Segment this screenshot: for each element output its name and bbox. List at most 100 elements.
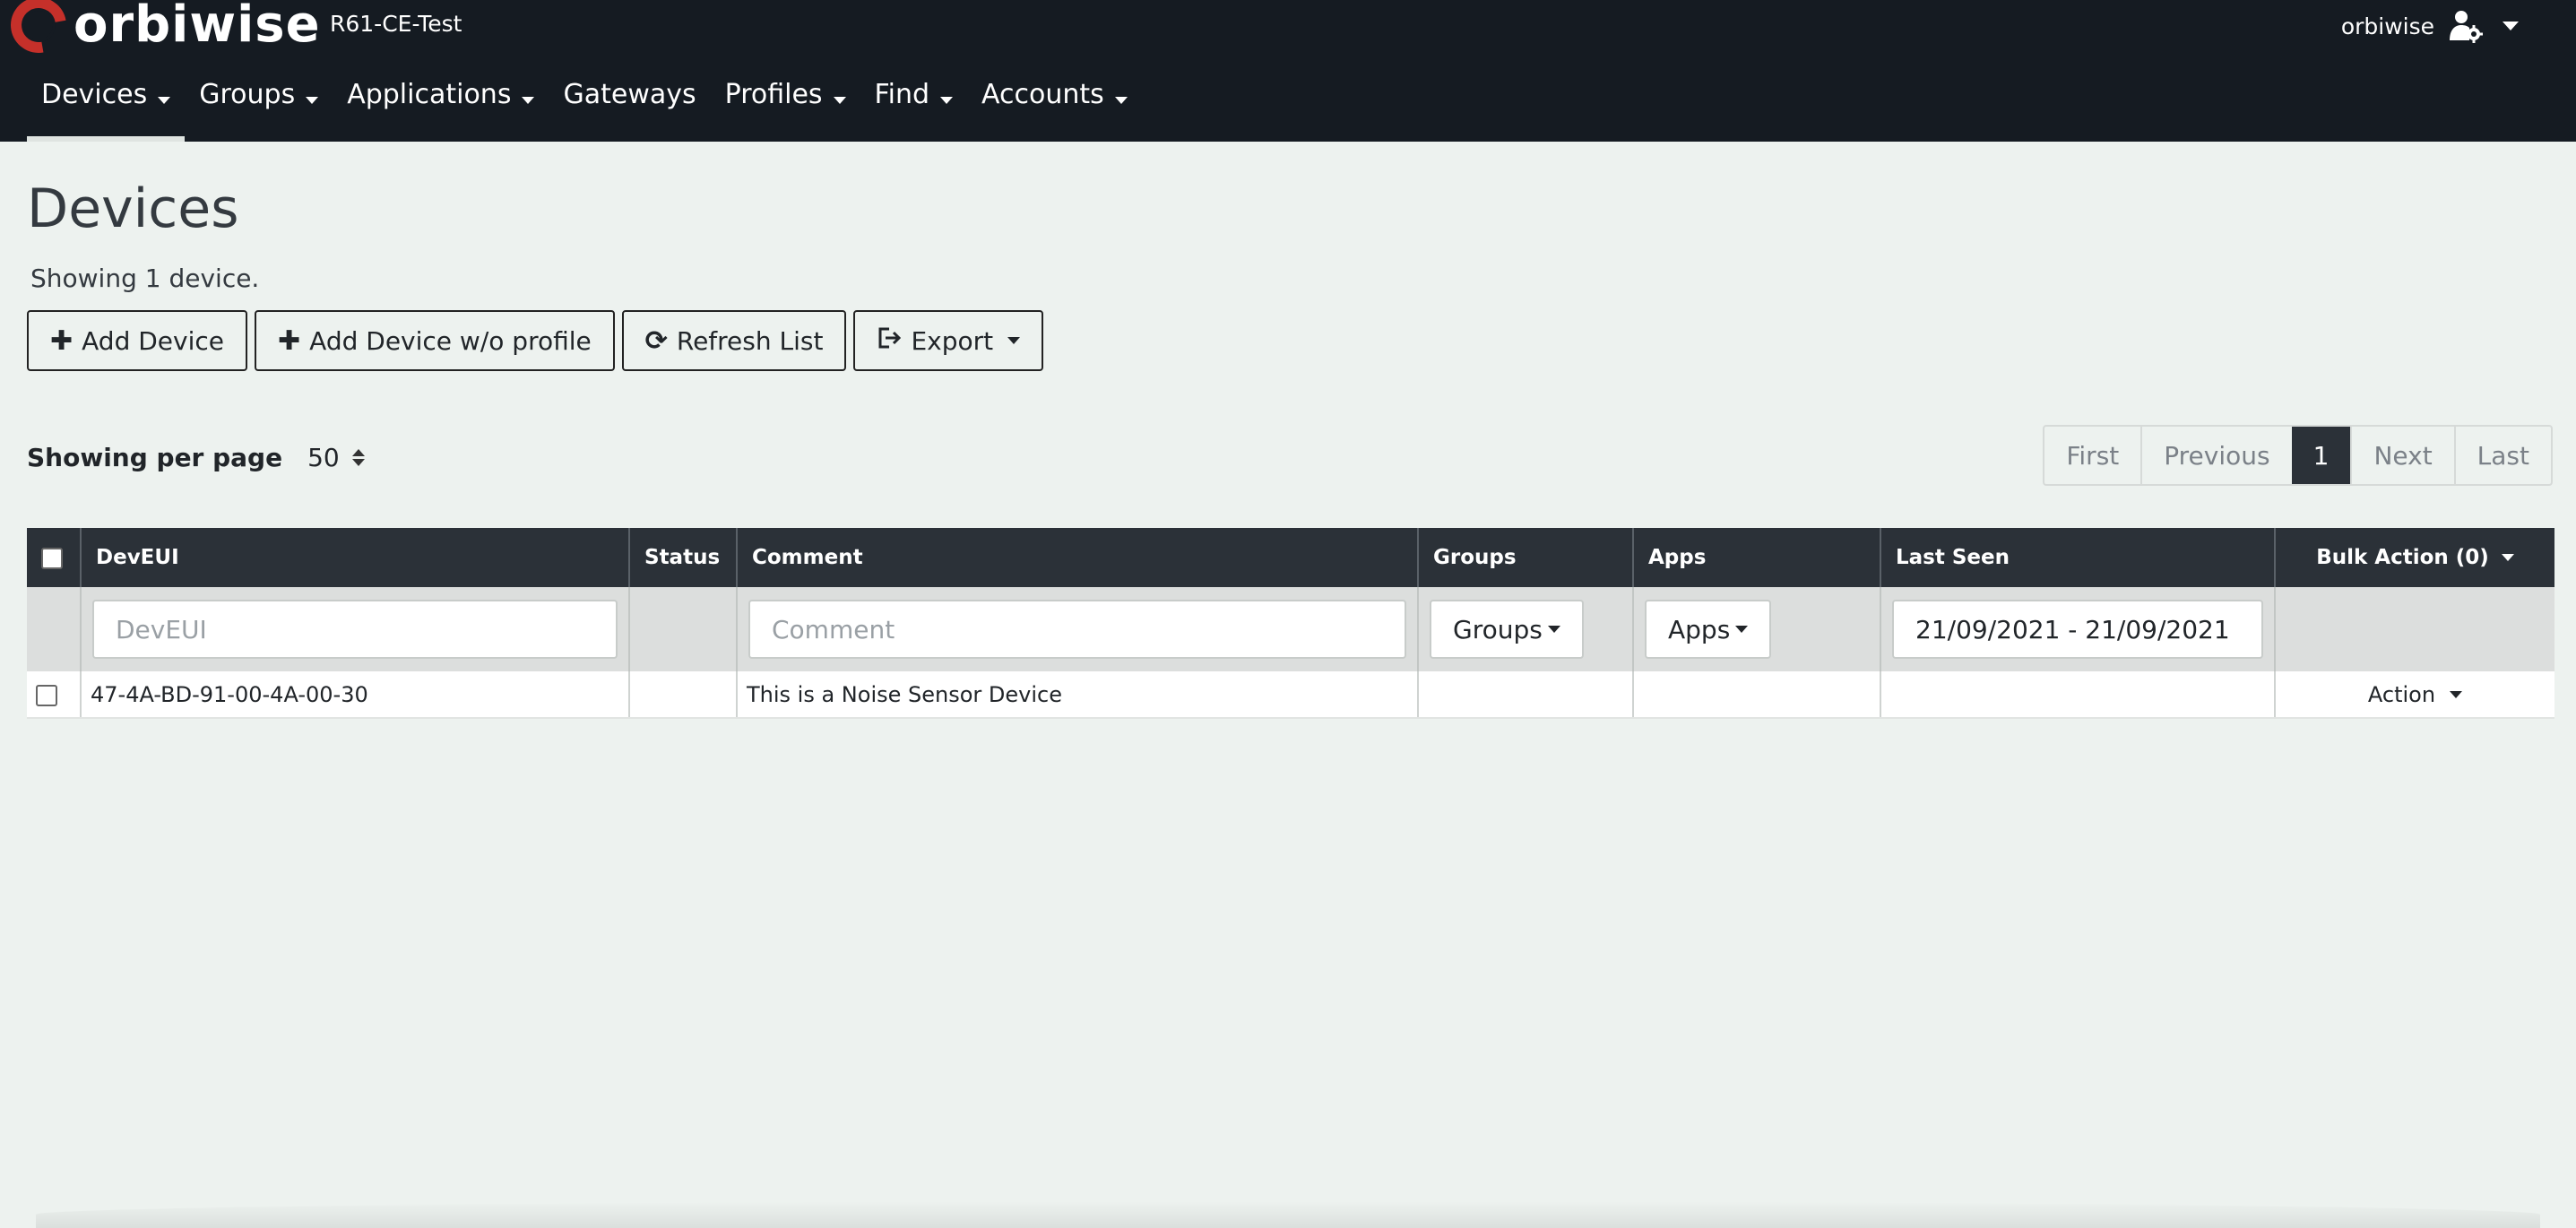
deveui-filter-input[interactable] bbox=[92, 600, 618, 659]
add-device-without-profile-button[interactable]: ✚ Add Device w/o profile bbox=[255, 310, 615, 371]
chevron-down-icon bbox=[2503, 22, 2519, 30]
page-title: Devices bbox=[27, 177, 239, 240]
refresh-icon: ⟳ bbox=[644, 324, 668, 357]
comment-filter-input[interactable] bbox=[748, 600, 1406, 659]
page-previous-button[interactable]: Previous bbox=[2140, 427, 2291, 484]
page-first-button[interactable]: First bbox=[2044, 427, 2140, 484]
refresh-list-button[interactable]: ⟳ Refresh List bbox=[621, 310, 847, 371]
nav-groups[interactable]: Groups bbox=[185, 74, 333, 142]
add-device-button[interactable]: ✚ Add Device bbox=[27, 310, 248, 371]
dropdown-label: Apps bbox=[1668, 614, 1731, 644]
per-page-control: Showing per page 50 bbox=[27, 443, 365, 472]
filter-row: Groups Apps bbox=[27, 587, 2554, 671]
comment-cell: This is a Noise Sensor Device bbox=[737, 671, 1419, 719]
pagination: First Previous 1 Next Last bbox=[2043, 425, 2553, 486]
column-header-apps[interactable]: Apps bbox=[1633, 528, 1881, 587]
toolbar: ✚ Add Device ✚ Add Device w/o profile ⟳ … bbox=[27, 310, 1044, 371]
page-current-button[interactable]: 1 bbox=[2291, 427, 2351, 484]
chevron-down-icon bbox=[940, 97, 954, 104]
nav-devices[interactable]: Devices bbox=[27, 74, 186, 142]
button-label: Add Device bbox=[82, 325, 225, 356]
filter-cell-status bbox=[629, 587, 738, 671]
nav-label: Profiles bbox=[724, 79, 823, 110]
top-navbar: orbiwise R61-CE-Test orbiwise Devices Gr… bbox=[0, 0, 2576, 142]
plus-icon: ✚ bbox=[278, 324, 301, 357]
column-header-last-seen[interactable]: Last Seen bbox=[1880, 528, 2276, 587]
deveui-cell[interactable]: 47-4A-BD-91-00-4A-00-30 bbox=[81, 671, 630, 719]
brand-logo[interactable]: orbiwise bbox=[0, 0, 321, 65]
groups-cell bbox=[1418, 671, 1634, 719]
sort-arrows-icon bbox=[351, 449, 365, 466]
brand-name: orbiwise bbox=[73, 0, 321, 54]
filter-cell-comment bbox=[737, 587, 1419, 671]
column-header-status[interactable]: Status bbox=[629, 528, 738, 587]
date-range-filter-input[interactable] bbox=[1892, 600, 2263, 659]
nav-label: Find bbox=[874, 79, 930, 110]
apps-cell bbox=[1633, 671, 1881, 719]
nav-applications[interactable]: Applications bbox=[333, 74, 549, 142]
nav-accounts[interactable]: Accounts bbox=[967, 74, 1142, 142]
filter-cell-deveui bbox=[81, 587, 630, 671]
column-header-groups[interactable]: Groups bbox=[1418, 528, 1634, 587]
user-settings-icon bbox=[2447, 8, 2483, 44]
per-page-value: 50 bbox=[307, 443, 340, 472]
table-header-row: DevEUI Status Comment Groups Apps Last S… bbox=[27, 528, 2554, 587]
filter-cell-groups: Groups bbox=[1418, 587, 1634, 671]
nav-label: Applications bbox=[347, 79, 512, 110]
groups-filter-dropdown[interactable]: Groups bbox=[1430, 600, 1584, 659]
nav-profiles[interactable]: Profiles bbox=[711, 74, 860, 142]
chevron-down-icon bbox=[306, 97, 319, 104]
export-icon bbox=[877, 325, 902, 357]
column-header-comment[interactable]: Comment bbox=[737, 528, 1419, 587]
row-select-cell bbox=[27, 671, 82, 719]
chevron-down-icon bbox=[1547, 626, 1560, 633]
device-count-text: Showing 1 device. bbox=[30, 264, 260, 293]
chevron-down-icon bbox=[2450, 690, 2463, 698]
bulk-action-dropdown[interactable]: Bulk Action (0) bbox=[2316, 546, 2514, 569]
last-seen-cell bbox=[1880, 671, 2276, 719]
export-button[interactable]: Export bbox=[853, 310, 1044, 371]
button-label: Export bbox=[911, 325, 994, 356]
nav-label: Gateways bbox=[563, 79, 696, 110]
plus-icon: ✚ bbox=[50, 324, 73, 357]
select-all-checkbox[interactable] bbox=[41, 547, 63, 569]
action-label: Action bbox=[2367, 681, 2436, 707]
action-cell: Action bbox=[2275, 671, 2554, 719]
nav-find[interactable]: Find bbox=[860, 74, 967, 142]
column-header-deveui[interactable]: DevEUI bbox=[81, 528, 630, 587]
page-last-button[interactable]: Last bbox=[2453, 427, 2551, 484]
filter-cell-last-seen bbox=[1880, 587, 2276, 671]
orbiwise-logo-icon bbox=[0, 0, 78, 65]
filter-cell-apps: Apps bbox=[1633, 587, 1881, 671]
filter-cell-empty bbox=[27, 587, 82, 671]
nav-label: Devices bbox=[41, 79, 148, 110]
row-checkbox[interactable] bbox=[36, 684, 57, 706]
chevron-down-icon bbox=[1735, 626, 1749, 633]
chevron-down-icon bbox=[522, 97, 535, 104]
nav-label: Accounts bbox=[981, 79, 1104, 110]
table-row[interactable]: 47-4A-BD-91-00-4A-00-30 This is a Noise … bbox=[27, 671, 2554, 719]
page-next-button[interactable]: Next bbox=[2350, 427, 2453, 484]
filter-cell-bulk bbox=[2275, 587, 2554, 671]
chevron-down-icon bbox=[158, 97, 171, 104]
button-label: Add Device w/o profile bbox=[309, 325, 592, 356]
nav-label: Groups bbox=[199, 79, 296, 110]
status-cell bbox=[629, 671, 738, 719]
nav-gateways[interactable]: Gateways bbox=[549, 74, 710, 142]
chevron-down-icon bbox=[1007, 337, 1021, 344]
row-action-dropdown[interactable]: Action bbox=[2367, 681, 2463, 707]
per-page-label: Showing per page bbox=[27, 443, 283, 472]
chevron-down-icon bbox=[2501, 554, 2514, 561]
per-page-select[interactable]: 50 bbox=[307, 443, 365, 472]
select-all-header bbox=[27, 528, 82, 587]
column-header-bulk-action: Bulk Action (0) bbox=[2275, 528, 2554, 587]
dropdown-label: Groups bbox=[1453, 614, 1543, 644]
chevron-down-icon bbox=[1114, 97, 1128, 104]
main-nav: Devices Groups Applications Gateways Pro… bbox=[27, 74, 1142, 142]
instance-name: R61-CE-Test bbox=[330, 11, 462, 37]
devices-table: DevEUI Status Comment Groups Apps Last S… bbox=[27, 528, 2554, 719]
bottom-shadow bbox=[36, 1201, 2540, 1228]
user-menu[interactable]: orbiwise bbox=[2341, 7, 2519, 45]
button-label: Refresh List bbox=[676, 325, 824, 356]
apps-filter-dropdown[interactable]: Apps bbox=[1645, 600, 1772, 659]
